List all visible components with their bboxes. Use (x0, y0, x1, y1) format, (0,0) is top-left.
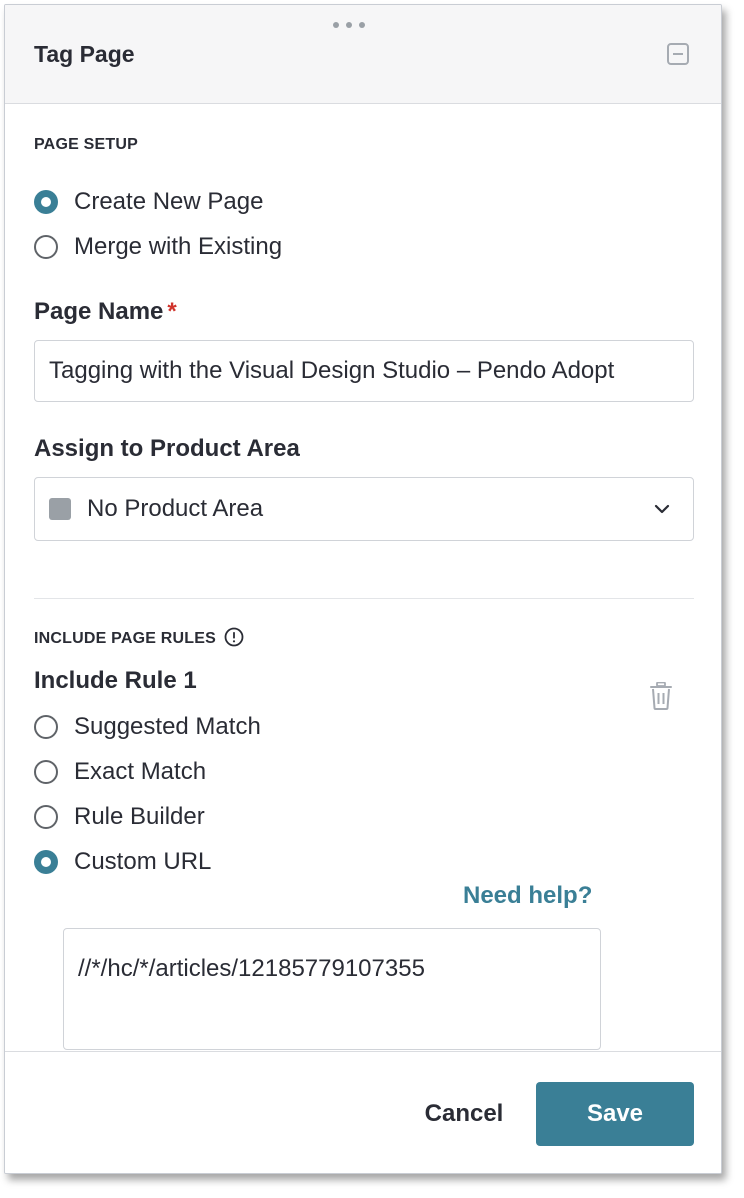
radio-button[interactable] (34, 760, 58, 784)
radio-suggested-match[interactable]: Suggested Match (34, 712, 261, 742)
page-setup-heading: PAGE SETUP (34, 136, 138, 153)
radio-button[interactable] (34, 805, 58, 829)
radio-rule-builder[interactable]: Rule Builder (34, 802, 205, 832)
radio-merge-with-existing[interactable]: Merge with Existing (34, 232, 282, 262)
radio-button[interactable] (34, 235, 58, 259)
product-area-selected-value: No Product Area (87, 495, 264, 522)
radio-label: Suggested Match (74, 713, 261, 740)
panel-footer: Cancel Save (5, 1051, 721, 1173)
page-name-label: Page Name * (34, 298, 177, 326)
panel-header: Tag Page (5, 5, 721, 104)
drag-handle-icon[interactable] (333, 22, 365, 30)
page-name-input[interactable] (34, 340, 694, 402)
trash-icon[interactable] (649, 682, 673, 710)
radio-label: Create New Page (74, 188, 264, 215)
radio-button[interactable] (34, 715, 58, 739)
radio-label: Merge with Existing (74, 233, 283, 260)
cancel-button[interactable]: Cancel (405, 1082, 523, 1146)
radio-label: Custom URL (74, 848, 212, 875)
product-area-label: Assign to Product Area (34, 435, 300, 462)
tag-page-panel: Tag Page PAGE SETUP Create New Page Merg… (4, 4, 722, 1174)
radio-exact-match[interactable]: Exact Match (34, 757, 206, 787)
include-rule-title: Include Rule 1 (34, 667, 197, 694)
save-button[interactable]: Save (536, 1082, 694, 1146)
product-area-color-swatch (49, 498, 71, 520)
product-area-select[interactable]: No Product Area (34, 477, 694, 541)
include-page-rules-heading: INCLUDE PAGE RULES (34, 627, 244, 648)
need-help-link[interactable]: Need help? (463, 882, 592, 910)
section-divider (34, 598, 694, 599)
custom-url-textarea[interactable]: //*/hc/*/articles/12185779107355 (63, 928, 601, 1050)
include-page-rules-text: INCLUDE PAGE RULES (34, 630, 216, 647)
radio-custom-url[interactable]: Custom URL (34, 847, 211, 877)
radio-create-new-page[interactable]: Create New Page (34, 187, 263, 217)
page-name-label-text: Page Name (34, 298, 164, 325)
chevron-down-icon[interactable] (651, 498, 673, 520)
panel-title: Tag Page (34, 41, 135, 67)
radio-button-checked[interactable] (34, 850, 58, 874)
radio-label: Exact Match (74, 758, 207, 785)
minimize-icon[interactable] (667, 43, 689, 65)
required-marker: * (167, 298, 177, 325)
radio-button-checked[interactable] (34, 190, 58, 214)
radio-label: Rule Builder (74, 803, 205, 830)
info-icon[interactable] (224, 627, 244, 647)
